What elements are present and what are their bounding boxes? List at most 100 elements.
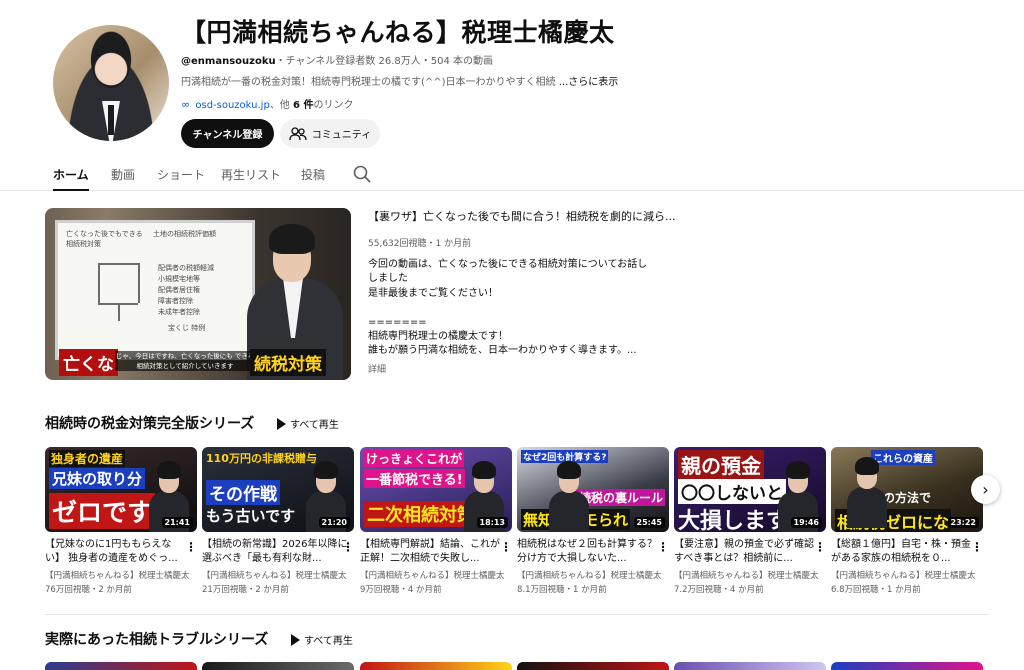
channel-avatar[interactable] xyxy=(53,25,169,141)
video-channel[interactable]: 【円満相続ちゃんねる】税理士橘慶太 xyxy=(360,569,512,581)
desc-line: 是非最後までご覧ください！ xyxy=(368,287,498,299)
channel-description[interactable]: 円満相続が一番の税金対策！相続専門税理士の橘です(^^)日本一わかりやすく相続 … xyxy=(181,73,618,88)
tab-videos[interactable]: 動画 xyxy=(111,166,135,191)
channel-title: 【円満相続ちゃんねる】税理士橘慶太 xyxy=(181,18,615,47)
search-icon[interactable] xyxy=(352,164,372,184)
video-duration: 21:20 xyxy=(318,517,350,528)
channel-tabs: ホーム 動画 ショート 再生リスト 投稿 xyxy=(0,160,1024,191)
video-duration: 25:45 xyxy=(633,517,665,528)
featured-video-thumbnail[interactable]: 亡くなった後でもできる 相続税対策 土地の相続税評価額 配偶者の税額軽減 小規模… xyxy=(45,208,351,380)
video-thumbnail[interactable] xyxy=(674,662,826,670)
community-button[interactable]: コミュニティ xyxy=(280,119,380,148)
video-duration: 21:41 xyxy=(161,517,193,528)
video-thumbnail[interactable] xyxy=(831,662,983,670)
channel-stats: ・チャンネル登録者数 26.8万人・504 本の動画 xyxy=(275,56,494,67)
featured-more-link[interactable]: 詳細 xyxy=(368,362,386,375)
subscribe-button[interactable]: チャンネル登録 xyxy=(181,119,274,148)
video-meta: 9万回視聴・4 か月前 xyxy=(360,585,442,595)
wb-text: 配偶者の税額軽減 xyxy=(158,264,214,272)
wb-text: 相続税対策 xyxy=(66,240,101,248)
thumb-text: 親の預金 xyxy=(678,450,764,479)
wb-text: 亡くなった後でもできる xyxy=(66,230,143,238)
tab-shorts[interactable]: ショート xyxy=(157,166,205,191)
video-thumbnail[interactable]: けっきょくこれが 一番節税できる! 二次相続対策5 18:13 xyxy=(360,447,512,532)
thumb-text: 兄妹の取り分 xyxy=(49,468,146,489)
desc-line: 相続専門税理士の橘慶太です！ xyxy=(368,331,508,343)
video-thumbnail[interactable]: なぜ2回も計算する? 相続税の裏ルール 無知はカモられ 25:45 xyxy=(517,447,669,532)
desc-line: 今回の動画は、亡くなった後にできる相続対策についてお話し xyxy=(368,259,648,270)
video-thumbnail[interactable] xyxy=(360,662,512,670)
more-vert-icon[interactable]: ⋮ xyxy=(814,540,826,554)
thumb-text: ゼロです xyxy=(49,493,156,529)
video-card[interactable]: 独身者の遺産 兄妹の取り分 ゼロです 21:41 【兄妹なのに1円ももらえない】… xyxy=(45,447,197,595)
video-channel[interactable]: 【円満相続ちゃんねる】税理士橘慶太 xyxy=(45,569,197,581)
link-suffix-post: のリンク xyxy=(313,100,354,111)
featured-video-title[interactable]: 【裏ワザ】亡くなった後でも間に合う！相続税を劇的に減ら... xyxy=(368,208,676,224)
play-all-label: すべて再生 xyxy=(290,420,339,431)
shelf-divider xyxy=(45,614,989,615)
video-thumbnail[interactable] xyxy=(45,662,197,670)
video-thumbnail[interactable] xyxy=(517,662,669,670)
video-thumbnail[interactable]: 110万円の非課税贈与 その作戦 もう古いです 21:20 xyxy=(202,447,354,532)
video-thumbnail[interactable]: 親の預金 〇〇しないと 大損します 19:46 xyxy=(674,447,826,532)
link-icon: ∞ xyxy=(181,98,191,111)
tab-playlists[interactable]: 再生リスト xyxy=(221,166,281,191)
description-more-link[interactable]: ...さらに表示 xyxy=(559,77,619,88)
more-vert-icon[interactable]: ⋮ xyxy=(185,540,197,554)
video-card[interactable]: 110万円の非課税贈与 その作戦 もう古いです 21:20 【相続の新常識】20… xyxy=(202,447,354,595)
video-card[interactable]: これらの資産 この方法で 相続税ゼロにな 23:22 【総額１億円】自宅・株・預… xyxy=(831,447,983,595)
channel-meta: @enmansouzoku・チャンネル登録者数 26.8万人・504 本の動画 xyxy=(181,52,493,67)
thumb-text: その作戦 xyxy=(206,480,280,505)
desc-line: 誰もが願う円満な相続を、日本一わかりやすく導きます。... xyxy=(368,345,637,357)
play-all-label: すべて再生 xyxy=(304,636,353,647)
video-thumbnail[interactable] xyxy=(202,662,354,670)
thumb-text: 〇〇しないと xyxy=(678,479,786,504)
desc-line: ======= xyxy=(368,316,427,328)
thumbnail-caption-left: 亡くな xyxy=(59,349,118,376)
video-title[interactable]: 【相続の新常識】2026年以降に選ぶべき「最も有利な財... xyxy=(202,538,348,566)
thumb-text: 独身者の遺産 xyxy=(49,450,126,467)
video-title[interactable]: 【要注意】親の預金で必ず確認すべき事とは？相続前に... xyxy=(674,538,820,566)
link-suffix-pre: 、他 xyxy=(269,100,293,111)
video-channel[interactable]: 【円満相続ちゃんねる】税理士橘慶太 xyxy=(202,569,354,581)
whiteboard: 亡くなった後でもできる 相続税対策 土地の相続税評価額 配偶者の税額軽減 小規模… xyxy=(55,220,255,360)
more-vert-icon[interactable]: ⋮ xyxy=(342,540,354,554)
desc-line-blank xyxy=(368,301,658,315)
shelf-title-trouble[interactable]: 実際にあった相続トラブルシリーズ xyxy=(45,629,268,649)
featured-video-description: 今回の動画は、亡くなった後にできる相続対策についてお話し しました 是非最後まで… xyxy=(368,258,658,359)
thumb-text: 一番節税できる! xyxy=(364,469,465,488)
more-vert-icon[interactable]: ⋮ xyxy=(657,540,669,554)
more-vert-icon[interactable]: ⋮ xyxy=(500,540,512,554)
channel-link[interactable]: osd-souzoku.jp xyxy=(195,100,269,111)
video-card[interactable]: なぜ2回も計算する? 相続税の裏ルール 無知はカモられ 25:45 相続税はなぜ… xyxy=(517,447,669,595)
video-channel[interactable]: 【円満相続ちゃんねる】税理士橘慶太 xyxy=(674,569,826,581)
video-channel[interactable]: 【円満相続ちゃんねる】税理士橘慶太 xyxy=(831,569,983,581)
play-all-button[interactable]: すべて再生 xyxy=(291,632,353,647)
video-channel[interactable]: 【円満相続ちゃんねる】税理士橘慶太 xyxy=(517,569,669,581)
more-vert-icon[interactable]: ⋮ xyxy=(971,540,983,554)
play-all-icon xyxy=(277,417,286,430)
video-card[interactable]: 親の預金 〇〇しないと 大損します 19:46 【要注意】親の預金で必ず確認すべ… xyxy=(674,447,826,595)
tab-posts[interactable]: 投稿 xyxy=(301,166,325,191)
video-thumbnail[interactable]: これらの資産 この方法で 相続税ゼロにな 23:22 xyxy=(831,447,983,532)
wb-text: 障害者控除 xyxy=(158,297,193,305)
video-title[interactable]: 相続税はなぜ２回も計算する？分け方で大損しないた... xyxy=(517,538,663,566)
video-duration: 18:13 xyxy=(476,517,508,528)
shelf-title-tax[interactable]: 相続時の税金対策完全版シリーズ xyxy=(45,413,254,433)
tab-home[interactable]: ホーム xyxy=(53,166,89,191)
play-all-button[interactable]: すべて再生 xyxy=(277,416,339,431)
video-title[interactable]: 【兄妹なのに1円ももらえない】 独身者の遺産をめぐっ... xyxy=(45,538,191,566)
thumbnail-caption-right: 続税対策 xyxy=(250,349,326,376)
video-thumbnail[interactable]: 独身者の遺産 兄妹の取り分 ゼロです 21:41 xyxy=(45,447,197,532)
channel-handle: @enmansouzoku xyxy=(181,56,276,67)
channel-description-text: 円満相続が一番の税金対策！相続専門税理士の橘です(^^)日本一わかりやすく相続 xyxy=(181,77,556,88)
video-duration: 19:46 xyxy=(790,517,822,528)
link-count[interactable]: 6 件 xyxy=(293,100,313,111)
thumb-text: もう古いです xyxy=(206,507,296,525)
thumb-text: 大損します xyxy=(678,509,789,532)
video-card[interactable]: けっきょくこれが 一番節税できる! 二次相続対策5 18:13 【相続専門解説】… xyxy=(360,447,512,595)
video-meta: 6.8万回視聴・1 か月前 xyxy=(831,585,921,595)
video-title[interactable]: 【総額１億円】自宅・株・預金がある家族の相続税を０... xyxy=(831,538,977,566)
video-title[interactable]: 【相続専門解説】結論、これが正解！二次相続で失敗し... xyxy=(360,538,506,566)
chevron-right-icon[interactable]: › xyxy=(971,475,1000,504)
